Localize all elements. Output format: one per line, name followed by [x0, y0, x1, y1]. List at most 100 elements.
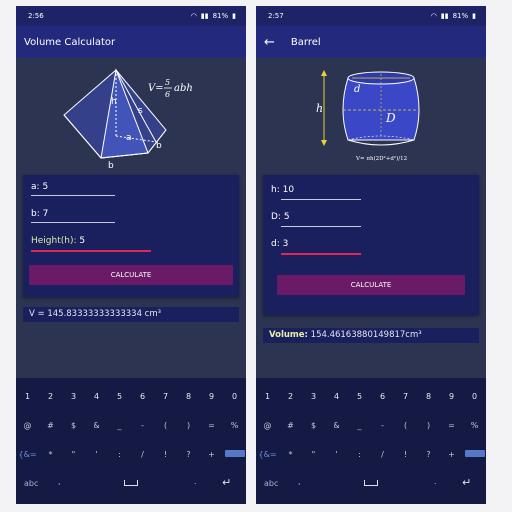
label-d: d: [354, 84, 360, 95]
calculate-button[interactable]: CALCULATE: [277, 275, 465, 295]
key[interactable]: 7: [396, 392, 416, 401]
delete-key-icon[interactable]: [224, 450, 245, 459]
comma-key[interactable]: ,: [298, 477, 301, 486]
key[interactable]: /: [133, 450, 153, 459]
key[interactable]: =: [442, 421, 462, 430]
key[interactable]: @: [18, 421, 38, 430]
key[interactable]: {&=: [258, 450, 278, 459]
field-h-value[interactable]: 10: [283, 185, 294, 195]
key[interactable]: #: [41, 421, 61, 430]
field-d[interactable]: d: 3: [271, 239, 288, 249]
key[interactable]: &: [87, 421, 107, 430]
key[interactable]: 8: [179, 392, 199, 401]
battery-percent: 81%: [452, 12, 469, 20]
input-card: h: 10 D: 5 d: 3 CALCULATE: [263, 175, 479, 315]
result-label: Volume:: [269, 330, 308, 340]
key[interactable]: 3: [304, 392, 324, 401]
pyramid-screen: 2:56 ◠ ▮▮ 81% ▮ Volume Calculator h s a …: [16, 6, 246, 504]
key[interactable]: *: [41, 450, 61, 459]
key[interactable]: 1: [258, 392, 278, 401]
key[interactable]: $: [304, 421, 324, 430]
key[interactable]: !: [396, 450, 416, 459]
key[interactable]: 8: [419, 392, 439, 401]
key[interactable]: 9: [442, 392, 462, 401]
keyboard: 1 2 3 4 5 6 7 8 9 0 @ # $ & _ - ( ) = % …: [16, 378, 246, 504]
abc-key[interactable]: abc: [264, 479, 278, 488]
key[interactable]: _: [110, 421, 130, 430]
key[interactable]: (: [396, 421, 416, 430]
space-key-icon[interactable]: [124, 480, 138, 486]
key[interactable]: 0: [225, 392, 245, 401]
key[interactable]: =: [202, 421, 222, 430]
key[interactable]: @: [258, 421, 278, 430]
key[interactable]: ?: [179, 450, 199, 459]
field-a-value[interactable]: 5: [42, 182, 48, 192]
field-h[interactable]: h: 10: [271, 185, 294, 195]
back-arrow-icon[interactable]: ←: [264, 35, 275, 50]
keyboard-row-bottom: abc , . ↵: [256, 476, 486, 492]
enter-icon[interactable]: ↵: [222, 476, 231, 489]
key[interactable]: 4: [327, 392, 347, 401]
calculate-button[interactable]: CALCULATE: [29, 265, 233, 285]
dot-key[interactable]: .: [194, 477, 197, 486]
input-card: a: 5 b: 7 Height(h): 5 CALCULATE: [23, 175, 239, 297]
key[interactable]: 7: [156, 392, 176, 401]
key[interactable]: {&=: [18, 450, 38, 459]
field-b-value[interactable]: 7: [43, 209, 49, 219]
key[interactable]: 2: [41, 392, 61, 401]
enter-icon[interactable]: ↵: [462, 476, 471, 489]
key[interactable]: 6: [373, 392, 393, 401]
key[interactable]: !: [156, 450, 176, 459]
battery-percent: 81%: [212, 12, 229, 20]
space-key-icon[interactable]: [364, 480, 378, 486]
key[interactable]: _: [350, 421, 370, 430]
comma-key[interactable]: ,: [58, 477, 61, 486]
abc-key[interactable]: abc: [24, 479, 38, 488]
key[interactable]: $: [64, 421, 84, 430]
key[interactable]: #: [281, 421, 301, 430]
field-D[interactable]: D: 5: [271, 212, 290, 222]
key[interactable]: 5: [350, 392, 370, 401]
key[interactable]: -: [373, 421, 393, 430]
field-d-label: d:: [271, 239, 280, 249]
key[interactable]: %: [465, 421, 485, 430]
key[interactable]: ': [87, 450, 107, 459]
key[interactable]: -: [133, 421, 153, 430]
key[interactable]: :: [350, 450, 370, 459]
dot-key[interactable]: .: [434, 477, 437, 486]
result-text: V = 145.83333333333334 cm³: [23, 307, 239, 322]
key[interactable]: 1: [18, 392, 38, 401]
field-D-value[interactable]: 5: [284, 212, 290, 222]
key[interactable]: +: [202, 450, 222, 459]
field-b[interactable]: b: 7: [31, 209, 48, 219]
key[interactable]: ?: [419, 450, 439, 459]
delete-key-icon[interactable]: [464, 450, 485, 459]
field-height-value[interactable]: 5: [79, 236, 85, 246]
key[interactable]: 2: [281, 392, 301, 401]
key[interactable]: &: [327, 421, 347, 430]
key[interactable]: ": [64, 450, 84, 459]
key[interactable]: %: [225, 421, 245, 430]
key[interactable]: 3: [64, 392, 84, 401]
field-a[interactable]: a: 5: [31, 182, 48, 192]
key[interactable]: /: [373, 450, 393, 459]
key[interactable]: ": [304, 450, 324, 459]
key[interactable]: 6: [133, 392, 153, 401]
key[interactable]: ): [179, 421, 199, 430]
key[interactable]: *: [281, 450, 301, 459]
key[interactable]: ': [327, 450, 347, 459]
key[interactable]: +: [442, 450, 462, 459]
key[interactable]: 9: [202, 392, 222, 401]
key[interactable]: 5: [110, 392, 130, 401]
key[interactable]: ): [419, 421, 439, 430]
formula-den: 6: [165, 90, 170, 99]
key[interactable]: 0: [465, 392, 485, 401]
field-d-value[interactable]: 3: [283, 239, 289, 249]
key[interactable]: 4: [87, 392, 107, 401]
wifi-icon: ◠: [190, 12, 197, 20]
key[interactable]: :: [110, 450, 130, 459]
signal-icon: ▮▮: [200, 12, 209, 20]
field-height[interactable]: Height(h): 5: [31, 236, 85, 246]
label-s: s: [138, 106, 143, 116]
key[interactable]: (: [156, 421, 176, 430]
